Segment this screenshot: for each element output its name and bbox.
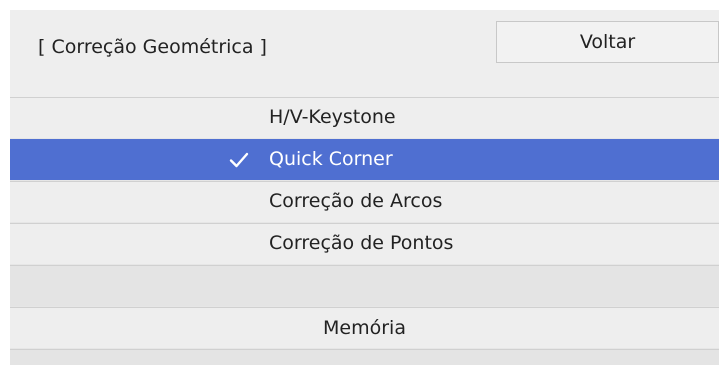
menu-item-label: Correção de Arcos bbox=[269, 190, 443, 212]
menu-item-hv-keystone[interactable]: H/V-Keystone bbox=[10, 97, 719, 138]
menu-item-arc-correction[interactable]: Correção de Arcos bbox=[10, 181, 719, 222]
memory-button[interactable]: Memória bbox=[10, 307, 719, 348]
menu-item-point-correction[interactable]: Correção de Pontos bbox=[10, 223, 719, 264]
menu-item-label: H/V-Keystone bbox=[269, 106, 396, 128]
bottom-strip bbox=[10, 349, 719, 365]
page-title: [ Correção Geométrica ] bbox=[38, 36, 267, 58]
menu-item-label: Quick Corner bbox=[269, 148, 393, 170]
menu-item-quick-corner[interactable]: Quick Corner bbox=[10, 139, 719, 180]
back-button[interactable]: Voltar bbox=[496, 21, 719, 63]
spacer-row bbox=[10, 265, 719, 306]
menu-item-label: Correção de Pontos bbox=[269, 232, 454, 254]
check-icon bbox=[229, 152, 249, 168]
geometry-correction-panel: [ Correção Geométrica ] Voltar H/V-Keyst… bbox=[10, 10, 719, 365]
panel-header: [ Correção Geométrica ] Voltar bbox=[10, 10, 719, 97]
